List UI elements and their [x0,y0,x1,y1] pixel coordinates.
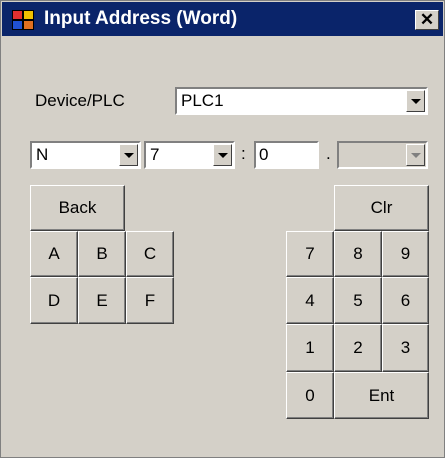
chevron-down-icon[interactable] [406,90,425,112]
app-icon [12,10,34,30]
title-bar[interactable]: Input Address (Word) ✕ [2,2,443,36]
input-address-dialog: Input Address (Word) ✕ Device/PLC PLC1 N… [0,0,445,458]
close-button[interactable]: ✕ [415,10,439,30]
key-8-button[interactable]: 8 [334,231,382,277]
key-d-button[interactable]: D [30,277,78,324]
key-e-button[interactable]: E [78,277,126,324]
chevron-down-icon[interactable] [213,144,232,166]
key-6-button[interactable]: 6 [382,277,429,324]
device-plc-label: Device/PLC [35,91,125,110]
device-plc-dropdown[interactable]: PLC1 [175,87,428,115]
address-type-dropdown[interactable]: N [30,141,141,169]
key-1-button[interactable]: 1 [286,324,334,372]
chevron-down-icon[interactable] [119,144,138,166]
key-5-button[interactable]: 5 [334,277,382,324]
bit-number-dropdown [337,141,428,169]
file-number-value: 7 [150,145,160,164]
key-3-button[interactable]: 3 [382,324,429,372]
key-7-button[interactable]: 7 [286,231,334,277]
clear-button[interactable]: Clr [334,185,429,231]
device-plc-value: PLC1 [181,91,224,110]
key-a-button[interactable]: A [30,231,78,277]
dot-separator: . [326,144,331,163]
back-button[interactable]: Back [30,185,125,231]
element-number-value: 0 [259,145,269,164]
key-b-button[interactable]: B [78,231,126,277]
enter-button[interactable]: Ent [334,372,429,419]
address-type-value: N [36,145,49,164]
element-number-input[interactable]: 0 [254,141,319,169]
key-c-button[interactable]: C [126,231,174,277]
chevron-down-icon [406,144,425,166]
file-number-dropdown[interactable]: 7 [144,141,235,169]
key-2-button[interactable]: 2 [334,324,382,372]
key-9-button[interactable]: 9 [382,231,429,277]
key-0-button[interactable]: 0 [286,372,334,419]
colon-separator: : [241,144,246,163]
window-title: Input Address (Word) [44,8,238,29]
key-4-button[interactable]: 4 [286,277,334,324]
key-f-button[interactable]: F [126,277,174,324]
